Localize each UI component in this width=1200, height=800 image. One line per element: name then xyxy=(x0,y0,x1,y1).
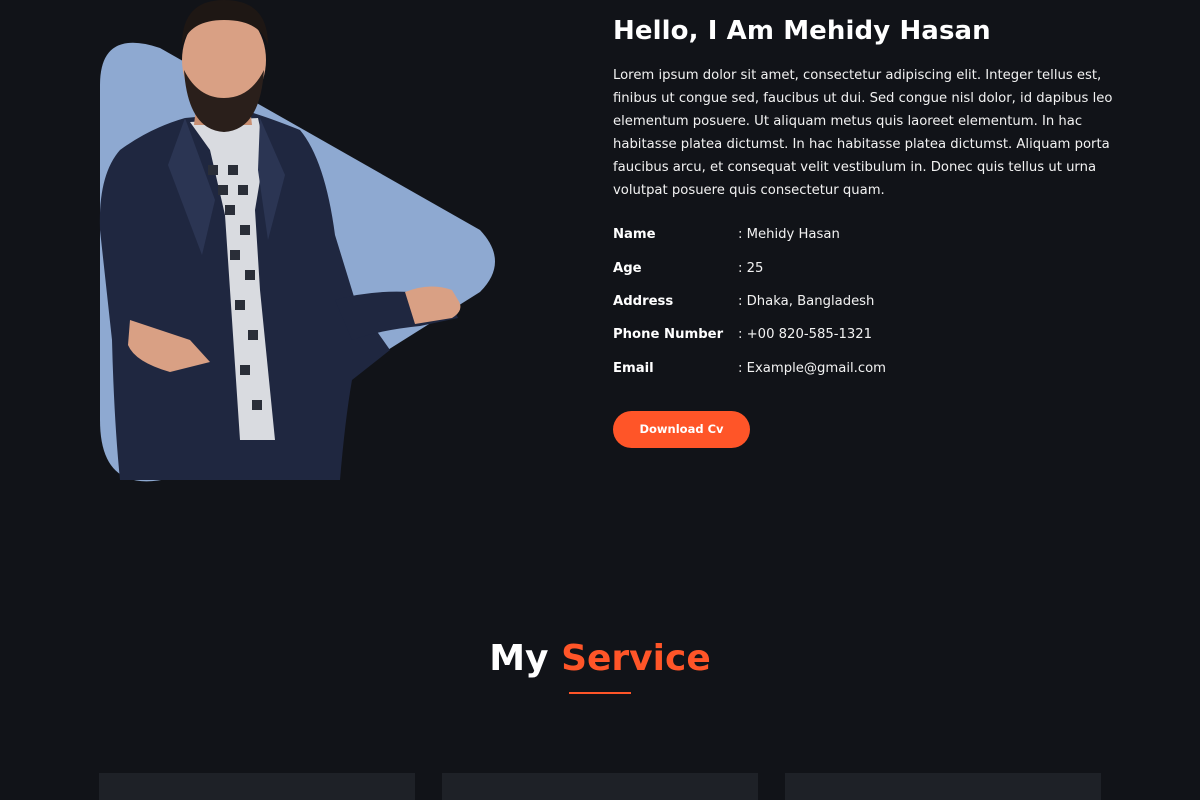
info-row-email: Email : Example@gmail.com xyxy=(613,352,1113,385)
service-card[interactable] xyxy=(442,773,758,800)
info-label: Phone Number xyxy=(613,327,724,343)
heading-underline xyxy=(569,692,631,694)
info-label: Address xyxy=(613,293,674,309)
info-value: : Example@gmail.com xyxy=(738,360,887,376)
about-section: Hello, I Am Mehidy Hasan Lorem ipsum dol… xyxy=(613,14,1113,448)
info-label: Age xyxy=(613,260,642,276)
info-label: Name xyxy=(613,227,656,243)
service-heading-accent: Service xyxy=(561,638,711,679)
personal-info-list: Name : Mehidy Hasan Age : 25 Address : D… xyxy=(613,218,1113,385)
info-row-age: Age : 25 xyxy=(613,251,1113,284)
person-photo-illustration xyxy=(99,0,495,482)
info-row-phone: Phone Number : +00 820-585-1321 xyxy=(613,318,1113,351)
service-heading: My Service xyxy=(0,634,1200,684)
about-description: Lorem ipsum dolor sit amet, consectetur … xyxy=(613,68,1113,198)
info-row-address: Address : Dhaka, Bangladesh xyxy=(613,285,1113,318)
service-card[interactable] xyxy=(785,773,1101,800)
service-card[interactable] xyxy=(99,773,415,800)
info-value: : Dhaka, Bangladesh xyxy=(738,293,875,309)
info-value: : Mehidy Hasan xyxy=(738,227,840,243)
page: Hello, I Am Mehidy Hasan Lorem ipsum dol… xyxy=(0,0,1200,800)
info-value: : +00 820-585-1321 xyxy=(738,327,873,343)
service-heading-part1: My xyxy=(489,638,549,679)
profile-portrait xyxy=(90,0,520,490)
info-row-name: Name : Mehidy Hasan xyxy=(613,218,1113,251)
download-cv-button[interactable]: Download Cv xyxy=(613,410,750,448)
info-value: : 25 xyxy=(738,260,764,276)
info-label: Email xyxy=(613,360,654,376)
about-title: Hello, I Am Mehidy Hasan xyxy=(613,16,991,46)
